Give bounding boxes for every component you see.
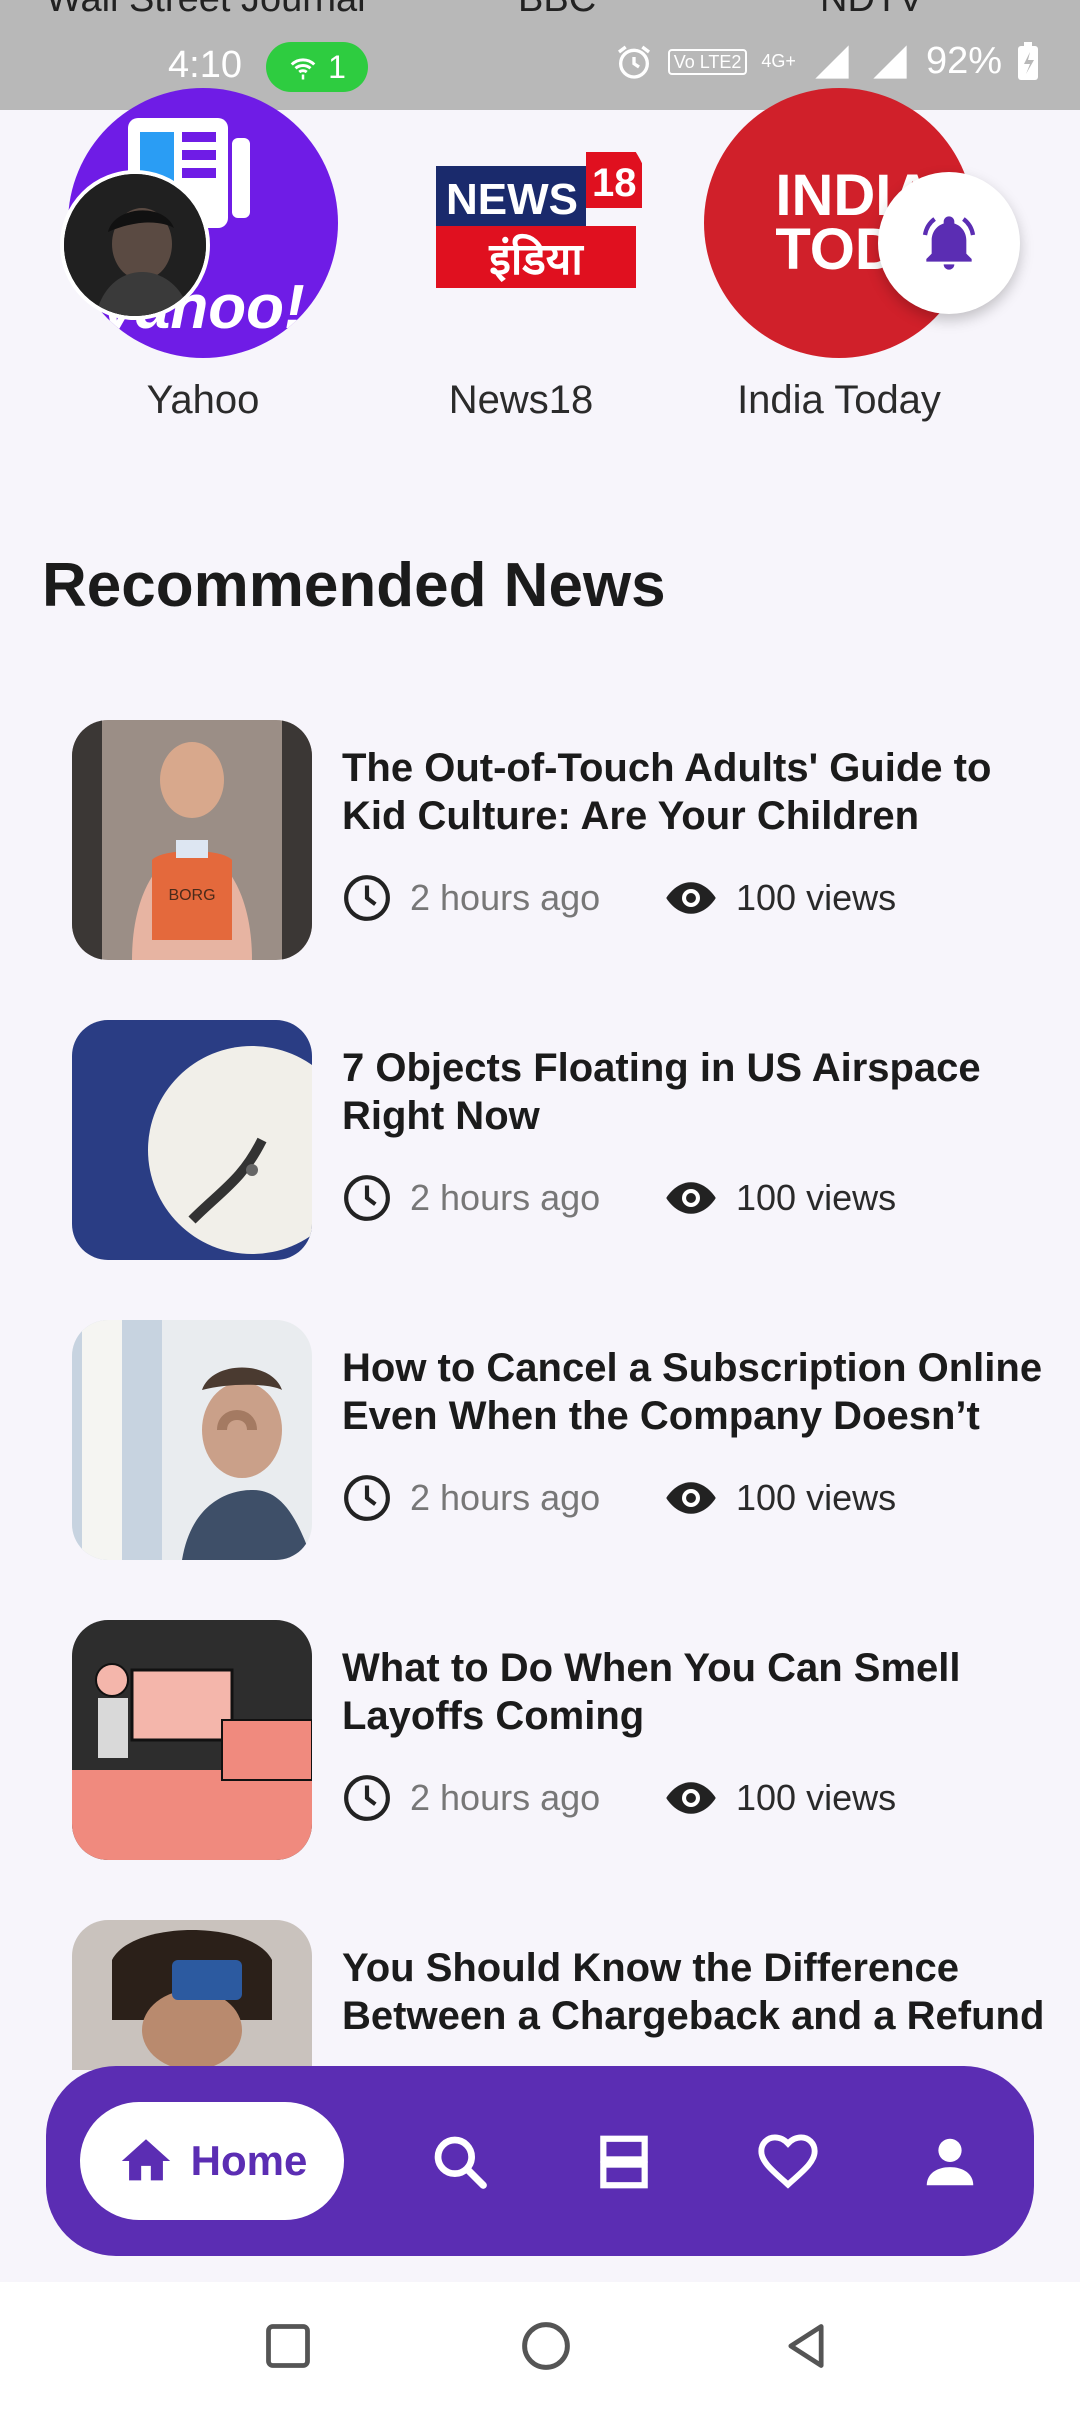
news-views: 100 views bbox=[664, 1771, 896, 1825]
hotspot-badge: 1 bbox=[266, 42, 368, 92]
source-news18[interactable]: NEWS 18 इंडिया News18 bbox=[386, 88, 656, 423]
news18-logo-text: NEWS bbox=[446, 175, 578, 224]
volte-icon: Vo LTE2 bbox=[667, 48, 748, 75]
hotspot-count: 1 bbox=[328, 48, 346, 85]
clock-icon bbox=[344, 875, 390, 921]
news-time-text: 2 hours ago bbox=[410, 877, 601, 918]
news-meta: 2 hours ago 100 views bbox=[342, 1168, 896, 1228]
news-views-text: 100 views bbox=[736, 1477, 897, 1518]
status-icons: Vo LTE2 4G+ 92% bbox=[614, 40, 1040, 83]
nav-feeds-button[interactable] bbox=[576, 2114, 672, 2210]
news-item[interactable]: What to Do When You Can Smell Layoffs Co… bbox=[72, 1620, 1042, 1860]
news-time-text: 2 hours ago bbox=[410, 1777, 601, 1818]
news-meta: 2 hours ago 100 views bbox=[342, 868, 896, 928]
source-name: News18 bbox=[448, 378, 594, 422]
signal-icon bbox=[873, 44, 907, 79]
news18-logo-hindi: इंडिया bbox=[488, 233, 584, 285]
battery-charging-icon bbox=[1018, 41, 1038, 80]
news-views: 100 views bbox=[664, 1471, 896, 1525]
nav-search-button[interactable] bbox=[412, 2114, 508, 2210]
news-item[interactable]: How to Cancel a Subscription Online Even… bbox=[72, 1320, 1042, 1560]
battery-percent: 92% bbox=[925, 40, 1002, 82]
eye-icon bbox=[666, 1482, 716, 1514]
news-views-text: 100 views bbox=[736, 877, 897, 918]
system-navigation-bar bbox=[0, 2282, 1080, 2412]
back-triangle-icon bbox=[788, 2324, 824, 2368]
signal-icon bbox=[815, 44, 849, 79]
source-label[interactable]: BBC bbox=[518, 0, 596, 21]
news-meta: 2 hours ago 100 views bbox=[342, 1468, 896, 1528]
status-time: 4:10 bbox=[168, 44, 242, 86]
home-icon bbox=[121, 2139, 170, 2181]
previous-sources-row: Wall Street Journal BBC NDTV bbox=[0, 0, 1080, 28]
news-title: The Out-of-Touch Adults' Guide to Kid Cu… bbox=[342, 746, 992, 838]
news-thumbnail bbox=[72, 1020, 312, 1260]
profile-icon bbox=[926, 2138, 974, 2186]
news-time-text: 2 hours ago bbox=[410, 1477, 601, 1518]
network-type: 4G+ bbox=[761, 51, 796, 71]
nav-home-button[interactable]: Home bbox=[80, 2102, 344, 2220]
bottom-navigation: Home bbox=[46, 2066, 1034, 2256]
clock-icon bbox=[344, 1175, 390, 1221]
feeds-icon bbox=[600, 2135, 648, 2189]
circle-icon bbox=[522, 2322, 570, 2370]
news-title: What to Do When You Can Smell Layoffs Co… bbox=[342, 1646, 961, 1738]
news-views: 100 views bbox=[664, 871, 896, 925]
eye-icon bbox=[666, 1182, 716, 1214]
news-time: 2 hours ago bbox=[342, 1173, 664, 1223]
news-time: 2 hours ago bbox=[342, 1773, 664, 1823]
news-item[interactable]: You Should Know the Difference Between a… bbox=[72, 1920, 1042, 2070]
news-item[interactable]: BORG The Out-of-Touch Adults' Guide to K… bbox=[72, 720, 1042, 960]
news-views-text: 100 views bbox=[736, 1777, 897, 1818]
nav-favorites-button[interactable] bbox=[740, 2114, 836, 2210]
eye-icon bbox=[666, 882, 716, 914]
source-name: India Today bbox=[737, 378, 941, 422]
heart-icon bbox=[758, 2134, 818, 2189]
clock-icon bbox=[344, 1475, 390, 1521]
nav-profile-button[interactable] bbox=[902, 2114, 998, 2210]
news18-logo-badge: 18 bbox=[592, 161, 637, 205]
search-icon bbox=[434, 2136, 487, 2189]
eye-icon bbox=[666, 1782, 716, 1814]
news-time-text: 2 hours ago bbox=[410, 1177, 601, 1218]
news18-logo: NEWS 18 इंडिया bbox=[386, 88, 656, 358]
source-label[interactable]: Wall Street Journal bbox=[46, 0, 366, 21]
section-title: Recommended News bbox=[42, 551, 666, 620]
alarm-icon bbox=[617, 45, 650, 79]
bell-icon bbox=[922, 216, 976, 270]
hotspot-icon bbox=[290, 58, 316, 80]
news-thumbnail bbox=[72, 1620, 312, 1860]
back-button[interactable] bbox=[776, 2316, 836, 2376]
news-thumbnail bbox=[72, 1920, 312, 2070]
news-views: 100 views bbox=[664, 1171, 896, 1225]
news-views-text: 100 views bbox=[736, 1177, 897, 1218]
svg-text:BORG: BORG bbox=[168, 887, 215, 904]
news-title: You Should Know the Difference Between a… bbox=[342, 1946, 1042, 2038]
news-title: 7 Objects Floating in US Airspace Right … bbox=[342, 1046, 981, 1138]
news-title: How to Cancel a Subscription Online Even… bbox=[342, 1346, 1043, 1438]
news-meta: 2 hours ago 100 views bbox=[342, 1768, 896, 1828]
avatar[interactable] bbox=[60, 170, 210, 320]
recents-button[interactable] bbox=[258, 2316, 318, 2376]
news-time: 2 hours ago bbox=[342, 1473, 664, 1523]
news-thumbnail bbox=[72, 1320, 312, 1560]
notifications-button[interactable] bbox=[878, 172, 1020, 314]
news-item[interactable]: 7 Objects Floating in US Airspace Right … bbox=[72, 1020, 1042, 1260]
nav-home-label: Home bbox=[190, 2137, 308, 2184]
source-label[interactable]: NDTV bbox=[820, 0, 923, 21]
home-system-button[interactable] bbox=[516, 2316, 576, 2376]
source-name: Yahoo bbox=[146, 378, 260, 422]
news-time: 2 hours ago bbox=[342, 873, 664, 923]
news-thumbnail: BORG bbox=[72, 720, 312, 960]
square-icon bbox=[266, 2324, 310, 2368]
clock-icon bbox=[344, 1775, 390, 1821]
